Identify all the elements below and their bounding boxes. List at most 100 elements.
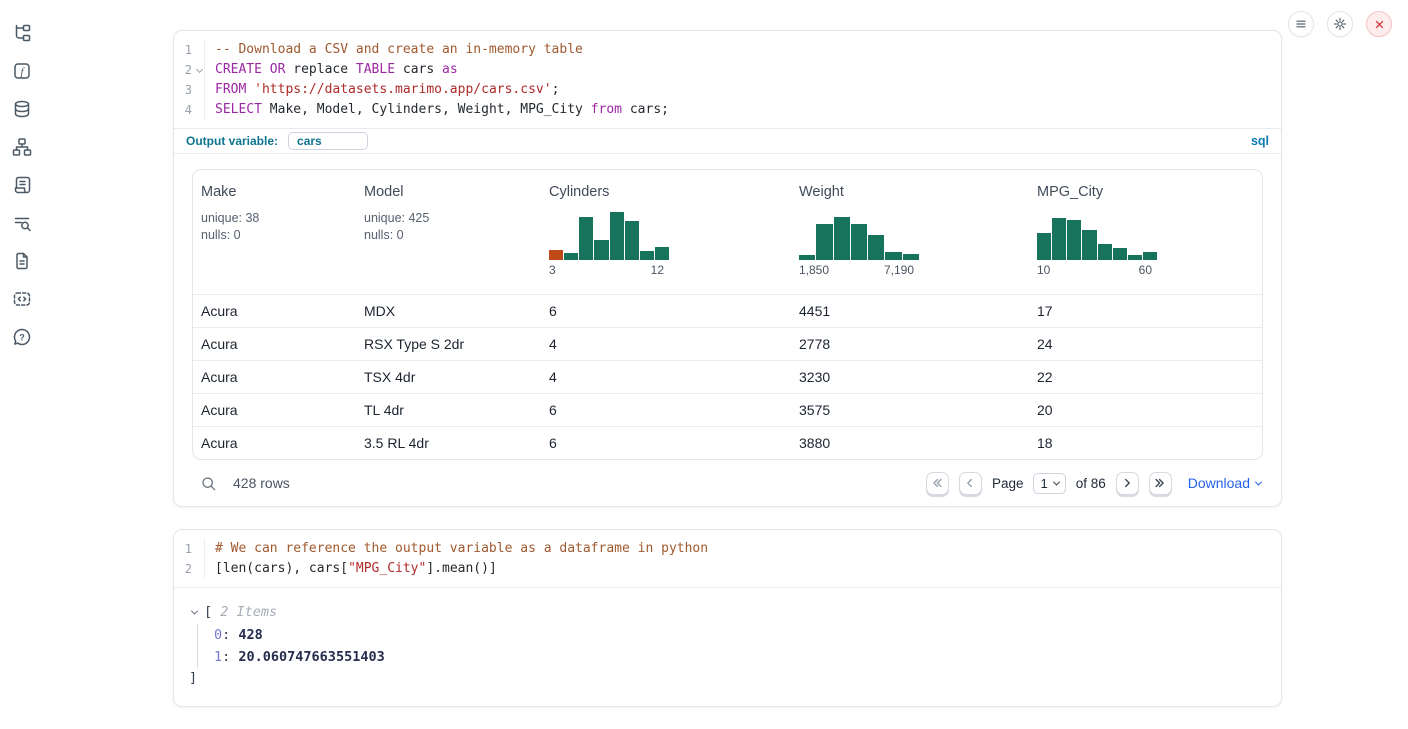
hist-max-label: 7,190 — [884, 263, 914, 277]
line-number: 2 — [174, 559, 205, 579]
histogram-bar[interactable] — [1143, 252, 1157, 260]
histogram-bar[interactable] — [868, 235, 884, 260]
tree-children: 0: 4281: 20.060747663551403 — [197, 624, 1263, 668]
histogram-bar[interactable] — [610, 212, 624, 260]
histogram-bar[interactable] — [564, 253, 578, 260]
output-variable-input[interactable] — [288, 132, 368, 150]
table-cell: 6 — [541, 435, 791, 451]
column-header-model[interactable]: Model unique: 425 nulls: 0 — [356, 170, 541, 294]
histogram-bar[interactable] — [1067, 220, 1081, 260]
column-header-make[interactable]: Make unique: 38 nulls: 0 — [193, 170, 356, 294]
table-cell: 3.5 RL 4dr — [356, 435, 541, 451]
code-line[interactable]: 1-- Download a CSV and create an in-memo… — [174, 40, 1281, 60]
previous-page-button[interactable] — [959, 472, 982, 495]
table-cell: Acura — [193, 435, 356, 451]
hist-max-label: 60 — [1139, 263, 1152, 277]
sql-code-editor[interactable]: 1-- Download a CSV and create an in-memo… — [174, 31, 1281, 128]
language-badge[interactable]: sql — [1251, 134, 1269, 148]
table-row[interactable]: AcuraTL 4dr6357520 — [193, 393, 1262, 426]
table-cell: 4 — [541, 336, 791, 352]
histogram-bar[interactable] — [1037, 233, 1051, 260]
topbar-actions — [1288, 11, 1392, 37]
logs-icon[interactable] — [11, 212, 33, 234]
code-line[interactable]: 4SELECT Make, Model, Cylinders, Weight, … — [174, 100, 1281, 120]
help-icon[interactable]: ? — [11, 326, 33, 348]
histogram-bar[interactable] — [816, 224, 832, 260]
code-line[interactable]: 1# We can reference the output variable … — [174, 539, 1281, 559]
histogram-bar[interactable] — [885, 252, 901, 260]
table-cell: Acura — [193, 303, 356, 319]
hist-min-label: 10 — [1037, 263, 1050, 277]
histogram-axis-labels: 10 60 — [1037, 263, 1157, 277]
histogram-bar[interactable] — [655, 247, 669, 260]
search-icon[interactable] — [200, 475, 217, 492]
histogram-bar[interactable] — [625, 221, 639, 260]
stat-nulls: nulls: 0 — [201, 227, 348, 244]
shutdown-button[interactable] — [1366, 11, 1392, 37]
file-tree-icon[interactable] — [11, 22, 33, 44]
hist-min-label: 3 — [549, 263, 556, 277]
histogram-bars — [549, 212, 669, 260]
settings-button[interactable] — [1327, 11, 1353, 37]
first-page-button[interactable] — [926, 472, 949, 495]
snippets-icon[interactable] — [11, 288, 33, 310]
histogram-bar[interactable] — [834, 217, 850, 260]
database-icon[interactable] — [11, 98, 33, 120]
chevron-down-icon — [1255, 478, 1262, 485]
table-row[interactable]: AcuraRSX Type S 2dr4277824 — [193, 327, 1262, 360]
menu-button[interactable] — [1288, 11, 1314, 37]
python-code-editor[interactable]: 1# We can reference the output variable … — [174, 530, 1281, 587]
column-name: Make — [201, 184, 348, 200]
table-cell: TSX 4dr — [356, 369, 541, 385]
fold-chevron-icon[interactable] — [196, 66, 203, 73]
page-select[interactable]: 1 — [1033, 473, 1065, 494]
notebook-content: 1-- Download a CSV and create an in-memo… — [173, 0, 1282, 707]
histogram-bar[interactable] — [1082, 230, 1096, 260]
histogram-bar[interactable] — [851, 224, 867, 260]
tree-entry: 1: 20.060747663551403 — [214, 646, 1263, 668]
variables-icon[interactable]: f — [11, 60, 33, 82]
column-header-weight[interactable]: Weight 1,8507,190 — [791, 170, 1029, 294]
code-line[interactable]: 3FROM 'https://datasets.marimo.app/cars.… — [174, 80, 1281, 100]
scratchpad-icon[interactable] — [11, 174, 33, 196]
collapse-chevron-icon[interactable] — [191, 607, 198, 614]
histogram-bar[interactable] — [549, 250, 563, 260]
table-header: Make unique: 38 nulls: 0 Model unique: 4… — [193, 170, 1262, 294]
histogram-bar[interactable] — [799, 255, 815, 260]
code-line[interactable]: 2[len(cars), cars["MPG_City"].mean()] — [174, 559, 1281, 579]
histogram-axis-labels: 312 — [549, 263, 669, 277]
output-tree: [ 2 Items 0: 4281: 20.060747663551403 ] — [174, 588, 1281, 706]
page-label: Page — [992, 476, 1024, 491]
code-line[interactable]: 2CREATE OR replace TABLE cars as — [174, 60, 1281, 80]
histogram-bar[interactable] — [640, 251, 654, 260]
line-number: 1 — [174, 539, 205, 559]
table-row[interactable]: AcuraTSX 4dr4323022 — [193, 360, 1262, 393]
table-cell: 20 — [1029, 402, 1262, 418]
histogram-bar[interactable] — [1052, 218, 1066, 260]
column-header-mpg-city[interactable]: MPG_City 1060 — [1029, 170, 1262, 294]
table-row[interactable]: AcuraMDX6445117 — [193, 294, 1262, 327]
histogram-bar[interactable] — [903, 254, 919, 260]
table-row[interactable]: Acura3.5 RL 4dr6388018 — [193, 426, 1262, 459]
table-cell: 4 — [541, 369, 791, 385]
histogram-bar[interactable] — [1098, 244, 1112, 260]
dependency-graph-icon[interactable] — [11, 136, 33, 158]
line-number: 1 — [174, 40, 205, 60]
download-button[interactable]: Download — [1188, 475, 1261, 491]
mpg-city-histogram: 10 60 — [1037, 212, 1157, 277]
next-page-button[interactable] — [1116, 472, 1139, 495]
histogram-bar[interactable] — [1113, 248, 1127, 260]
output-variable-row: Output variable: sql — [174, 128, 1281, 154]
last-page-button[interactable] — [1149, 472, 1172, 495]
code-text: [len(cars), cars["MPG_City"].mean()] — [205, 559, 497, 579]
histogram-bar[interactable] — [1128, 255, 1142, 260]
weight-histogram: 1,8507,190 — [799, 212, 919, 277]
documentation-icon[interactable] — [11, 250, 33, 272]
histogram-bar[interactable] — [594, 240, 608, 260]
code-text: # We can reference the output variable a… — [205, 539, 708, 559]
output-variable-label: Output variable: — [186, 134, 278, 148]
histogram-bar[interactable] — [579, 217, 593, 260]
column-stats: unique: 38 nulls: 0 — [201, 210, 348, 244]
column-header-cylinders[interactable]: Cylinders 312 — [541, 170, 791, 294]
sql-cell: 1-- Download a CSV and create an in-memo… — [173, 30, 1282, 507]
